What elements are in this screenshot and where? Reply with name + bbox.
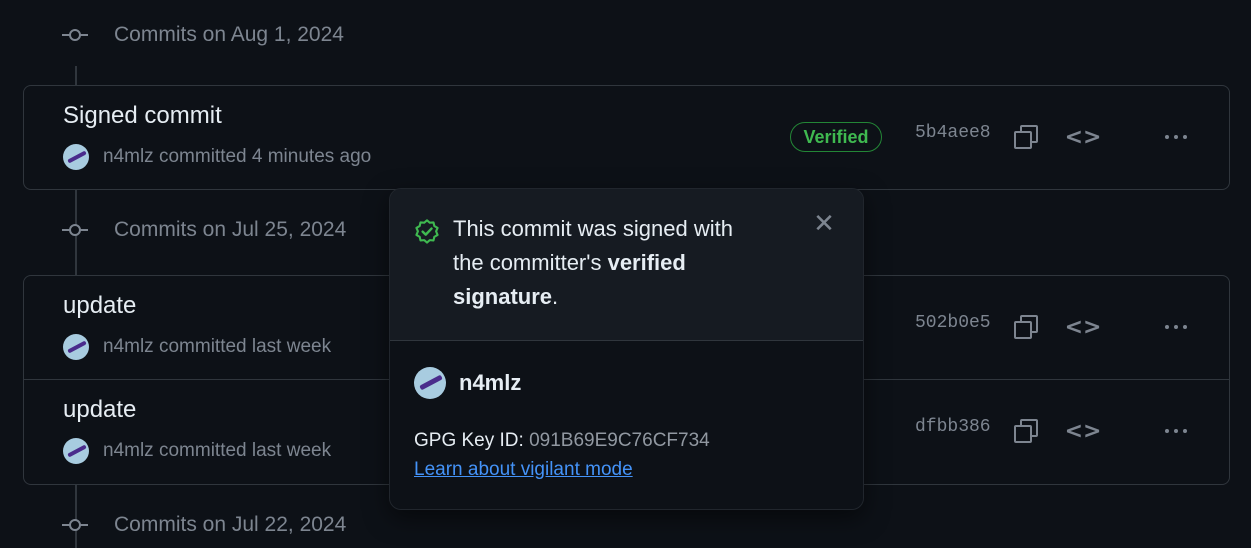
popover-title: This commit was signed with the committe… — [453, 216, 733, 309]
author-link[interactable]: n4mlz — [103, 146, 154, 168]
avatar[interactable] — [63, 438, 89, 464]
commit-message-link[interactable]: Signed commit — [63, 102, 222, 130]
code-icon[interactable]: <> — [1065, 313, 1102, 341]
copy-icon[interactable] — [1012, 417, 1040, 445]
commit-sha-link[interactable]: 5b4aee8 — [915, 123, 991, 143]
git-commit-icon — [62, 28, 88, 42]
commit-time: committed 4 minutes ago — [158, 146, 372, 167]
copy-icon[interactable] — [1012, 123, 1040, 151]
commit-message-link[interactable]: update — [63, 396, 136, 424]
date-heading-text: Commits on Jul 25, 2024 — [114, 218, 347, 241]
verified-badge[interactable]: Verified — [790, 122, 882, 152]
date-heading: Commits on Jul 22, 2024 — [62, 510, 346, 540]
signer: n4mlz — [414, 367, 521, 399]
timeline-line — [75, 66, 77, 86]
copy-icon[interactable] — [1012, 313, 1040, 341]
commit-time: committed last week — [158, 440, 332, 461]
author-link[interactable]: n4mlz — [103, 440, 154, 462]
gpg-key-id: GPG Key ID: 091B69E9C76CF734 — [414, 430, 710, 451]
x-icon[interactable]: ✕ — [811, 209, 837, 239]
commit-meta: n4mlz committed last week — [63, 334, 331, 360]
date-heading-text: Commits on Jul 22, 2024 — [114, 513, 347, 536]
avatar[interactable] — [63, 144, 89, 170]
author-link[interactable]: n4mlz — [103, 336, 154, 358]
popover-body: n4mlz GPG Key ID: 091B69E9C76CF734 Learn… — [390, 341, 863, 509]
date-heading-text: Commits on Aug 1, 2024 — [114, 23, 344, 46]
commit-time: committed last week — [158, 336, 332, 357]
popover-header: This commit was signed with the committe… — [390, 189, 863, 341]
date-heading: Commits on Jul 25, 2024 — [62, 215, 346, 245]
commit-meta: n4mlz committed last week — [63, 438, 331, 464]
code-icon[interactable]: <> — [1065, 417, 1102, 445]
learn-vigilant-mode-link[interactable]: Learn about vigilant mode — [414, 459, 633, 481]
commit-sha-link[interactable]: 502b0e5 — [915, 313, 991, 333]
commit-list: Signed commit n4mlz committed 4 minutes … — [23, 85, 1230, 190]
gpg-key-value: 091B69E9C76CF734 — [529, 430, 710, 451]
commit-meta: n4mlz committed 4 minutes ago — [63, 144, 371, 170]
git-commit-icon — [62, 518, 88, 532]
git-commit-icon — [62, 223, 88, 237]
avatar[interactable] — [414, 367, 446, 399]
commit-sha-link[interactable]: dfbb386 — [915, 417, 991, 437]
kebab-horizontal-icon[interactable] — [1160, 313, 1192, 341]
date-heading: Commits on Aug 1, 2024 — [62, 20, 344, 50]
code-icon[interactable]: <> — [1065, 123, 1102, 151]
signer-name[interactable]: n4mlz — [459, 370, 521, 396]
avatar[interactable] — [63, 334, 89, 360]
signature-popover: This commit was signed with the committe… — [389, 188, 864, 510]
verified-shield-icon — [415, 219, 439, 244]
commit-message-link[interactable]: update — [63, 292, 136, 320]
kebab-horizontal-icon[interactable] — [1160, 417, 1192, 445]
kebab-horizontal-icon[interactable] — [1160, 123, 1192, 151]
commit-row: Signed commit n4mlz committed 4 minutes … — [24, 86, 1229, 189]
